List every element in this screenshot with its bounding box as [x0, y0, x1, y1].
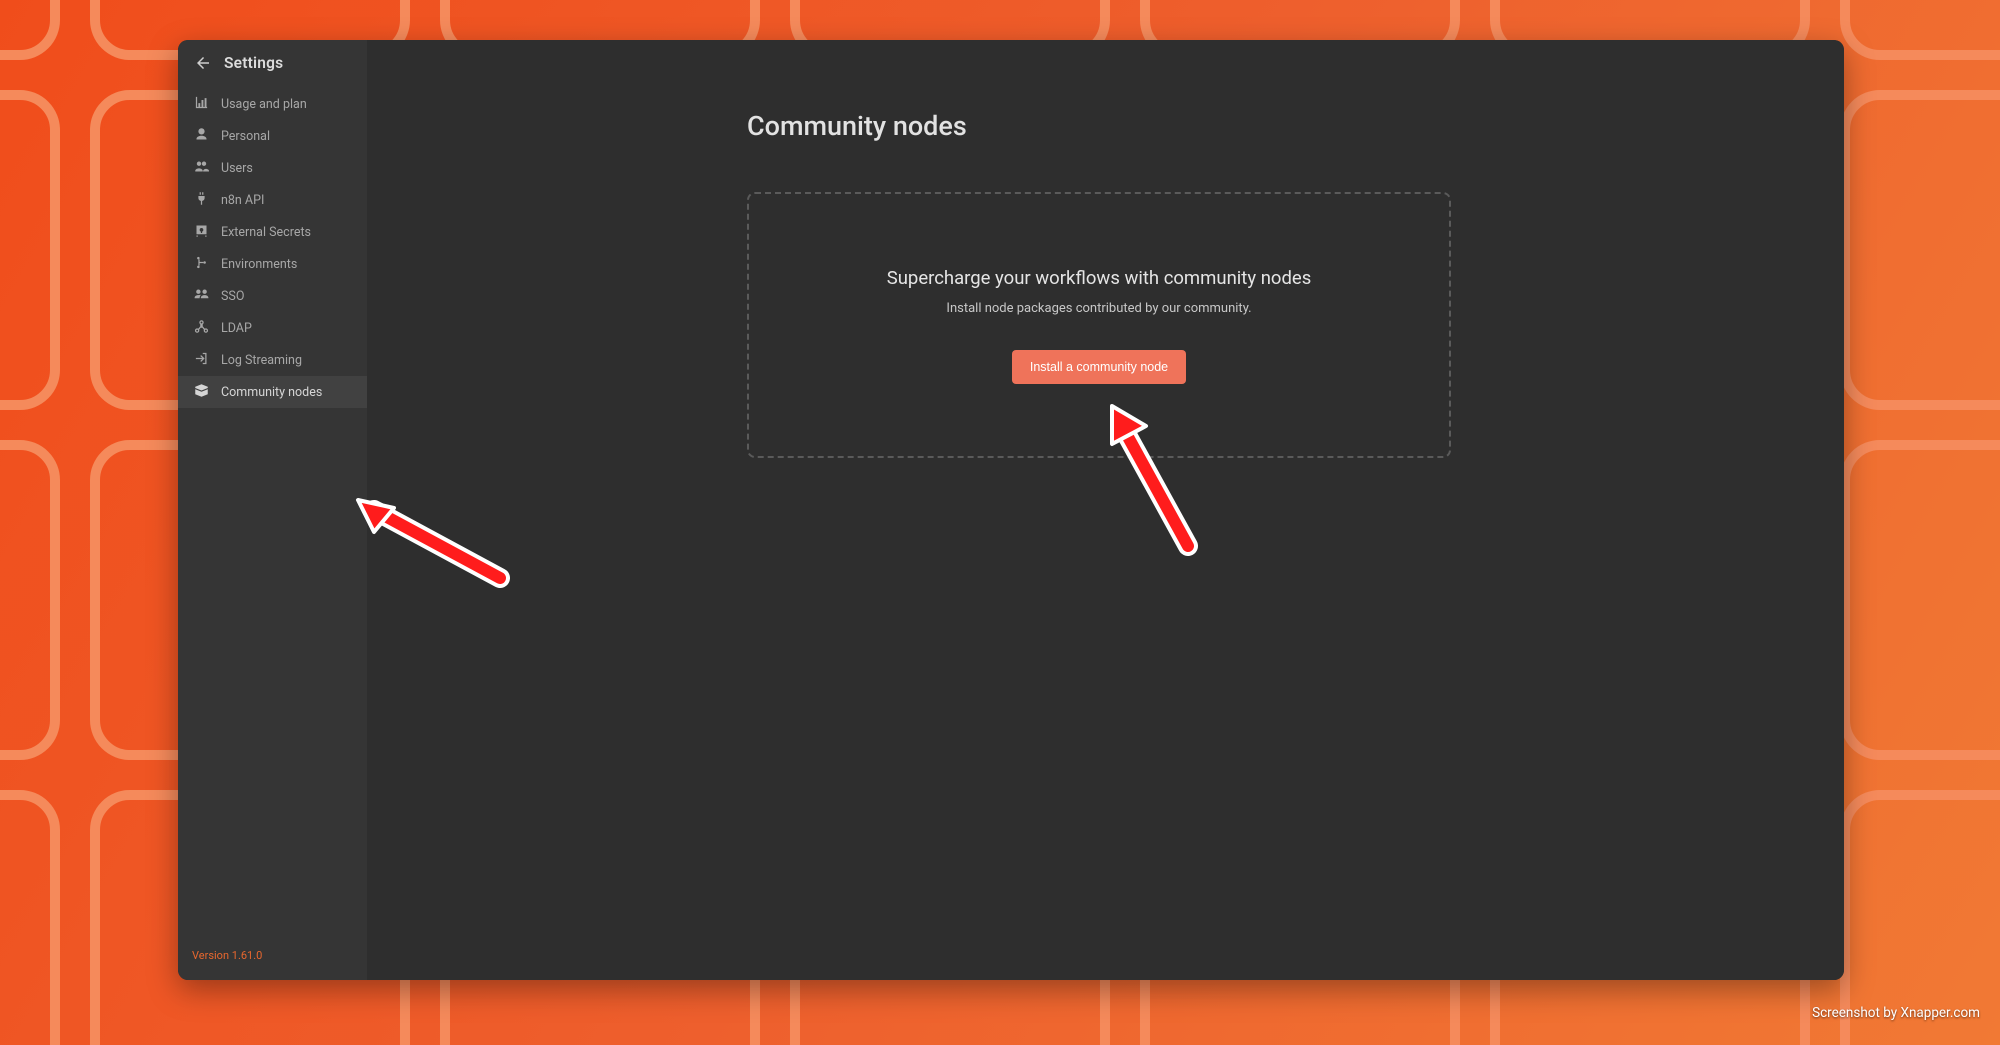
sidebar-item-label: External Secrets [221, 225, 311, 240]
sidebar-item-usage[interactable]: Usage and plan [178, 88, 367, 120]
sidebar-item-sso[interactable]: SSO [178, 280, 367, 312]
page-title: Community nodes [747, 110, 967, 142]
sidebar-item-secrets[interactable]: External Secrets [178, 216, 367, 248]
app-window: Settings Usage and plan Personal Users n8n … [178, 40, 1844, 980]
sidebar-item-label: n8n API [221, 193, 264, 208]
community-nodes-empty-state: Supercharge your workflows with communit… [747, 192, 1451, 458]
empty-state-title: Supercharge your workflows with communit… [887, 267, 1312, 289]
sidebar-item-label: SSO [221, 289, 244, 304]
vault-icon [194, 223, 209, 242]
sidebar-item-ldap[interactable]: LDAP [178, 312, 367, 344]
main-content: Community nodes Supercharge your workflo… [367, 40, 1844, 980]
sidebar-item-log[interactable]: Log Streaming [178, 344, 367, 376]
version-label: Version 1.61.0 [178, 949, 367, 980]
person-icon [194, 127, 209, 146]
sidebar-item-env[interactable]: Environments [178, 248, 367, 280]
sidebar-item-label: Log Streaming [221, 353, 302, 368]
network-icon [194, 319, 209, 338]
arrow-left-icon[interactable] [194, 54, 212, 72]
sidebar-item-api[interactable]: n8n API [178, 184, 367, 216]
sidebar-item-community[interactable]: Community nodes [178, 376, 367, 408]
branch-icon [194, 255, 209, 274]
install-community-node-button[interactable]: Install a community node [1012, 350, 1186, 384]
sidebar-item-label: LDAP [221, 321, 252, 336]
screenshot-watermark: Screenshot by Xnapper.com [1812, 1005, 1980, 1021]
sidebar-item-label: Users [221, 161, 253, 176]
sidebar-item-label: Usage and plan [221, 97, 307, 112]
sso-icon [194, 287, 209, 306]
sidebar-header: Settings [178, 40, 367, 84]
empty-state-subtitle: Install node packages contributed by our… [946, 301, 1251, 316]
settings-sidebar: Settings Usage and plan Personal Users n8n … [178, 40, 367, 980]
chart-icon [194, 95, 209, 114]
sidebar-item-label: Personal [221, 129, 270, 144]
login-icon [194, 351, 209, 370]
sidebar-nav: Usage and plan Personal Users n8n API Extern… [178, 84, 367, 408]
sidebar-item-label: Environments [221, 257, 297, 272]
sidebar-item-personal[interactable]: Personal [178, 120, 367, 152]
sidebar-item-label: Community nodes [221, 385, 322, 400]
box-open-icon [194, 383, 209, 402]
settings-title: Settings [224, 54, 283, 72]
plug-icon [194, 191, 209, 210]
users-icon [194, 159, 209, 178]
sidebar-item-users[interactable]: Users [178, 152, 367, 184]
